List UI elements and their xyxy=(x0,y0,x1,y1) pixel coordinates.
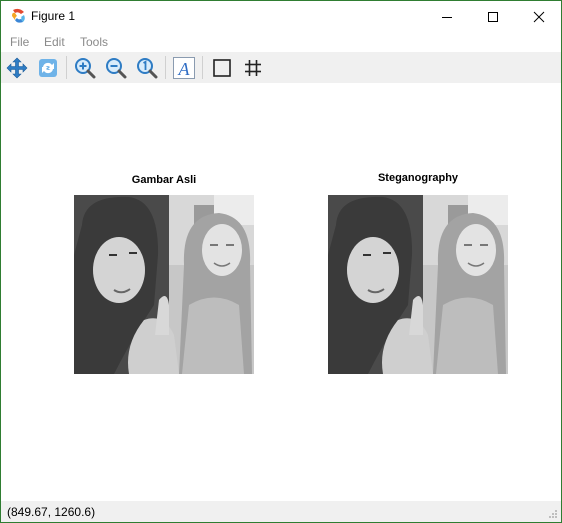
toolbar: A xyxy=(1,52,561,83)
maximize-button[interactable] xyxy=(470,1,516,32)
zoom-in-icon xyxy=(75,58,96,79)
minimize-icon xyxy=(442,16,452,18)
text-button[interactable]: A xyxy=(171,55,197,81)
rotate-icon xyxy=(39,59,57,77)
minimize-button[interactable] xyxy=(424,1,470,32)
title-bar[interactable]: Figure 1 xyxy=(1,1,561,32)
status-bar: (849.67, 1260.6) xyxy=(1,501,561,522)
figure-window: Figure 1 File Edit Tools A Gambar Asli S… xyxy=(0,0,562,523)
rectangle-icon xyxy=(213,59,231,77)
axes-title-steganography: Steganography xyxy=(377,172,459,184)
svg-text:A: A xyxy=(178,59,191,79)
zoom-out-icon xyxy=(106,58,127,79)
figure-canvas[interactable]: Gambar Asli Steganography xyxy=(1,83,561,501)
text-icon: A xyxy=(173,57,195,79)
image-steganography xyxy=(328,195,508,374)
resize-grip-icon[interactable] xyxy=(548,509,558,519)
menu-tools[interactable]: Tools xyxy=(80,35,108,49)
toolbar-separator xyxy=(165,56,166,79)
pan-button[interactable] xyxy=(4,55,30,81)
menu-file[interactable]: File xyxy=(10,35,29,49)
zoom-in-button[interactable] xyxy=(72,55,98,81)
toolbar-separator xyxy=(66,56,67,79)
image-original xyxy=(74,195,254,374)
close-icon xyxy=(533,11,545,22)
photo-original-image xyxy=(74,195,254,374)
zoom-fit-button[interactable] xyxy=(134,55,160,81)
toolbar-separator xyxy=(202,56,203,79)
menu-bar: File Edit Tools xyxy=(1,32,561,52)
axes-title-original: Gambar Asli xyxy=(131,174,197,186)
grid-button[interactable] xyxy=(240,55,266,81)
pan-icon xyxy=(6,57,28,79)
photo-steganography-image xyxy=(328,195,508,374)
zoom-fit-icon xyxy=(137,58,158,79)
cursor-coordinates: (849.67, 1260.6) xyxy=(7,505,96,519)
rotate-button[interactable] xyxy=(35,55,61,81)
menu-edit[interactable]: Edit xyxy=(44,35,65,49)
window-title: Figure 1 xyxy=(31,9,76,23)
app-icon xyxy=(12,8,25,23)
grid-icon xyxy=(245,60,261,76)
rectangle-button[interactable] xyxy=(209,55,235,81)
maximize-icon xyxy=(488,11,498,22)
close-button[interactable] xyxy=(516,1,562,32)
zoom-out-button[interactable] xyxy=(103,55,129,81)
